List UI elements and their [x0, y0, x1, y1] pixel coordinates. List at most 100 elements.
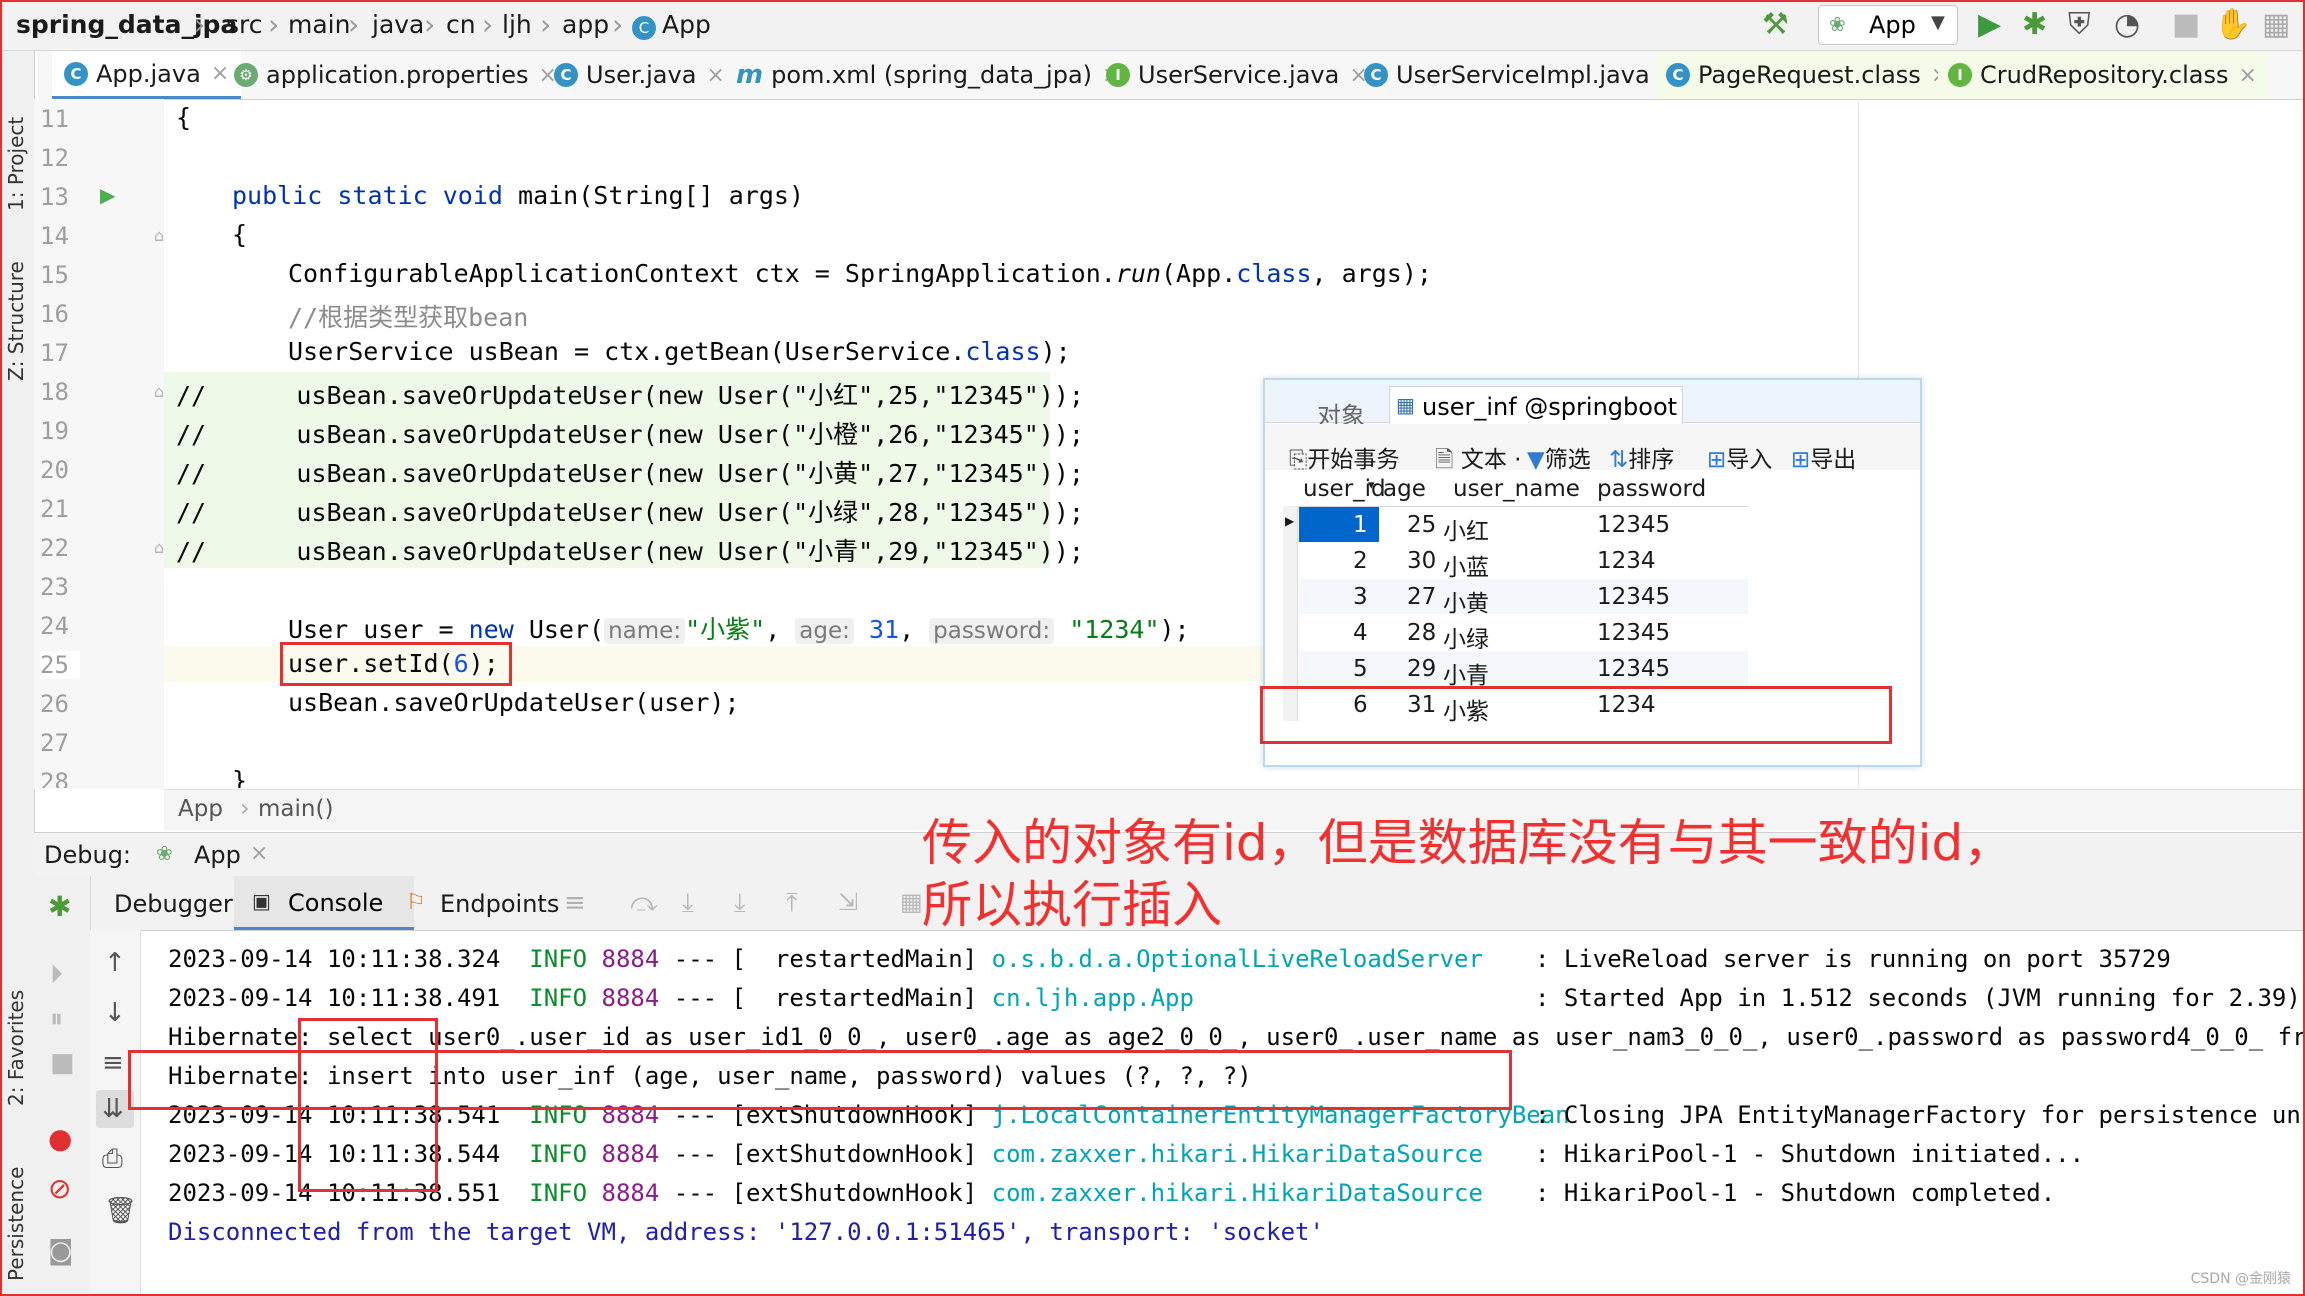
tab-console[interactable]: ▣ Console [234, 876, 414, 930]
force-step-into-icon[interactable]: ⤓ [734, 888, 746, 919]
sort-button[interactable]: ⇅排序 [1609, 440, 1674, 474]
breadcrumb-main[interactable]: main [288, 10, 350, 39]
param-hint-password: password: [929, 618, 1055, 644]
step-out-icon[interactable]: ⤒ [786, 888, 798, 919]
cell-user-id[interactable]: 2 [1353, 548, 1368, 574]
column-header-age[interactable]: age [1383, 476, 1426, 502]
cell-age[interactable]: 28 [1407, 620, 1436, 646]
breadcrumb-app-class[interactable]: C App [632, 10, 711, 40]
cell-password[interactable]: 12345 [1597, 656, 1670, 682]
breadcrumb-app[interactable]: app [562, 10, 609, 39]
cell-age[interactable]: 27 [1407, 584, 1436, 610]
tab-user-java[interactable]: C User.java × [554, 51, 725, 99]
breadcrumb-class[interactable]: App [178, 796, 223, 822]
print-icon[interactable]: ⎙ [102, 1144, 123, 1175]
build-hammer-icon[interactable]: ⚒ [1762, 9, 1789, 41]
cell-user-name[interactable]: 小黄 [1443, 584, 1489, 618]
log-message: : Started App in 1.512 seconds (JVM runn… [1535, 984, 2301, 1012]
column-header-password[interactable]: password [1597, 476, 1706, 502]
cell-age[interactable]: 25 [1407, 512, 1436, 538]
stop-icon[interactable]: ■ [50, 1048, 75, 1078]
cell-age[interactable]: 29 [1407, 656, 1436, 682]
profile-icon[interactable]: ◔ [2114, 9, 2140, 41]
tab-pom-xml[interactable]: mpom.xml (spring_data_jpa)× [736, 51, 1120, 99]
evaluate-icon[interactable]: ▦ [900, 888, 923, 916]
db-grid[interactable]: user_id ▾ age user_name password ▶ 1 25 … [1283, 472, 1748, 725]
soft-wrap-icon[interactable]: ≡ [102, 1048, 124, 1078]
db-tab-table[interactable]: ▦ user_inf @springboot ... [1389, 386, 1683, 449]
log-thread: restartedMain] [746, 984, 978, 1012]
persistence-tool-button[interactable]: Persistence [4, 1167, 28, 1281]
tab-userservice-java[interactable]: I UserService.java × [1106, 51, 1368, 99]
cell-user-id[interactable]: 3 [1353, 584, 1368, 610]
fold-icon[interactable]: ⌂ [154, 226, 164, 245]
clear-all-icon[interactable]: 🗑 [104, 1196, 137, 1226]
cell-user-id[interactable]: 4 [1353, 620, 1368, 646]
debug-session-tab[interactable]: App [194, 841, 241, 869]
step-over-icon[interactable]: ⤼ [630, 888, 658, 919]
run-gutter-icon[interactable]: ▶ [100, 183, 115, 207]
close-icon[interactable]: × [2238, 63, 2256, 88]
pause-icon[interactable]: ⏸ [50, 1004, 63, 1035]
cell-user-id[interactable]: 5 [1353, 656, 1368, 682]
structure-tool-button[interactable]: Z: Structure [4, 261, 28, 381]
export-button[interactable]: ⊞导出 [1791, 440, 1856, 474]
cell-user-name[interactable]: 小蓝 [1443, 548, 1489, 582]
cell-password[interactable]: 12345 [1597, 512, 1670, 538]
camera-icon[interactable]: ◙ [48, 1236, 73, 1266]
tab-userserviceimpl-java[interactable]: CUserServiceImpl.java× [1364, 51, 1678, 99]
up-arrow-icon[interactable]: ↑ [104, 948, 126, 978]
breadcrumb-ljh[interactable]: ljh [502, 10, 532, 39]
tab-app-java[interactable]: C App.java × [52, 51, 242, 99]
stop-icon[interactable]: ■ [2172, 9, 2200, 41]
filter-button[interactable]: ▼筛选 [1527, 440, 1591, 474]
line-number: 14 [40, 222, 69, 250]
cell-password[interactable]: 12345 [1597, 620, 1670, 646]
coverage-icon[interactable]: ⛨ [2068, 9, 2091, 41]
cell-password[interactable]: 12345 [1597, 584, 1670, 610]
tab-debugger[interactable]: Debugger [114, 890, 233, 918]
cell-password[interactable]: 1234 [1597, 548, 1656, 574]
project-tool-button[interactable]: 1: Project [4, 117, 28, 211]
debug-bug-icon[interactable]: ✱ [2022, 9, 2047, 41]
search-icon[interactable]: ✋ [2214, 9, 2251, 41]
string-literal: "小紫" [685, 615, 766, 644]
fold-icon[interactable]: ⌂ [154, 538, 164, 557]
view-breakpoints-icon[interactable]: ● [48, 1122, 72, 1155]
column-header-user-name[interactable]: user_name [1453, 476, 1580, 502]
breadcrumb-java[interactable]: java [372, 10, 424, 39]
layout-icon[interactable]: ▦ [2262, 9, 2290, 41]
fold-icon[interactable]: ⌂ [154, 382, 164, 401]
close-icon[interactable]: × [211, 61, 229, 86]
begin-transaction-button[interactable]: ⎘开始事务 [1289, 440, 1399, 474]
cell-user-id[interactable]: 1 [1353, 512, 1368, 538]
cell-user-name[interactable]: 小青 [1443, 656, 1489, 690]
debug-bug-icon[interactable]: ✱ [48, 890, 71, 923]
favorites-tool-button[interactable]: 2: Favorites [4, 990, 28, 1106]
breadcrumb-app-class-label: App [662, 10, 711, 39]
tab-pagerequest-class[interactable]: CPageRequest.class× [1656, 51, 1960, 99]
tab-crudrepository-class[interactable]: I CrudRepository.class × [1938, 51, 2267, 99]
tab-application-properties[interactable]: ⚙ application.properties × [234, 51, 557, 99]
cell-user-name[interactable]: 小绿 [1443, 620, 1489, 654]
run-to-cursor-icon[interactable]: ⇲ [838, 888, 858, 916]
breadcrumb-cn[interactable]: cn [446, 10, 476, 39]
step-into-icon[interactable]: ⤓ [682, 888, 694, 919]
line-number: 21 [40, 495, 69, 523]
run-config-select[interactable]: ❀ App ▼ [1818, 5, 1958, 45]
breadcrumb-src[interactable]: src [226, 10, 263, 39]
close-icon[interactable]: × [250, 841, 268, 866]
close-icon[interactable]: × [706, 63, 724, 88]
menu-icon[interactable]: ≡ [564, 888, 586, 918]
breadcrumb-method[interactable]: main() [258, 796, 333, 822]
line-number: 28 [40, 768, 69, 788]
resume-icon[interactable]: ⏵ [50, 960, 63, 991]
down-arrow-icon[interactable]: ↓ [104, 998, 126, 1028]
tab-endpoints[interactable]: Endpoints [440, 890, 559, 918]
cell-age[interactable]: 30 [1407, 548, 1436, 574]
mute-breakpoints-icon[interactable]: ⊘ [48, 1172, 71, 1205]
import-button[interactable]: ⊞导入 [1707, 440, 1772, 474]
cell-user-name[interactable]: 小红 [1443, 512, 1489, 546]
run-icon[interactable]: ▶ [1978, 9, 2001, 41]
line-number: 15 [40, 261, 69, 289]
